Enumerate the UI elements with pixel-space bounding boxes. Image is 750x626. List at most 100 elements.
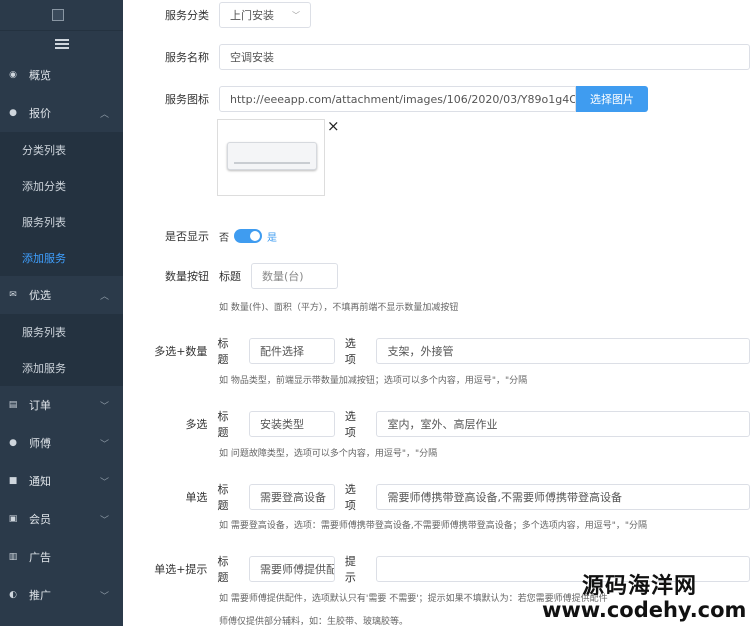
single-hint: 如 需要登高设备，选项：需要师傅携带登高设备,不需要师傅携带登高设备；多个选项内… <box>219 521 648 531</box>
nav-item-featured[interactable]: ✉ 优选 ︿ <box>0 276 123 314</box>
dashboard-icon: ◉ <box>9 70 17 80</box>
main-content: 服务分类 上门安装 ﹀ 服务名称 空调安装 服务图标 http://eeeapp… <box>123 0 750 626</box>
watermark-title: 源码海洋网 <box>582 574 698 599</box>
remove-image-icon[interactable]: × <box>327 117 340 135</box>
chevron-down-icon: ﹀ <box>99 516 109 526</box>
multi-qty-label: 多选+数量 <box>154 345 208 358</box>
icon-url-input[interactable]: http://eeeapp.com/attachment/images/106/… <box>219 86 576 112</box>
multi-hint: 如 问题故障类型，选项可以多个内容，用逗号"，"分隔 <box>219 449 438 459</box>
multi-title-label: 标题 <box>217 410 229 439</box>
multi-title-value: 安装类型 <box>260 418 305 431</box>
multi-qty-hint: 如 物品类型，前端显示带数量加减按钮；选项可以多个内容，用逗号"，"分隔 <box>219 376 528 386</box>
nav-item-promo[interactable]: ◐ 推广 ﹀ <box>0 576 123 614</box>
nav-sub-featured-add-service[interactable]: 添加服务 <box>0 350 123 386</box>
multi-qty-row: 多选+数量 标题 配件选择 选项 支架，外接管 <box>123 335 750 367</box>
menu-toggle-button[interactable] <box>0 30 123 56</box>
multi-row: 多选 标题 安装类型 选项 室内，室外、高层作业 <box>123 408 750 440</box>
nav-label: 分类列表 <box>22 144 66 157</box>
nav-label: 广告 <box>29 551 51 564</box>
multi-title-input[interactable]: 安装类型 <box>249 411 335 437</box>
broken-image-icon <box>52 9 64 21</box>
choose-image-label: 选择图片 <box>590 93 634 106</box>
single-row: 单选 标题 需要登高设备 选项 需要师傅携带登高设备,不需要师傅携带登高设备 <box>123 481 750 513</box>
name-value: 空调安装 <box>230 51 274 64</box>
multi-qty-option-label: 选项 <box>344 337 356 366</box>
chevron-down-icon: ﹀ <box>99 402 109 412</box>
nav-sub-add-service[interactable]: 添加服务 <box>0 240 123 276</box>
multi-option-label: 选项 <box>344 410 356 439</box>
chevron-down-icon: ﹀ <box>99 478 109 488</box>
multi-qty-option-value: 支架，外接管 <box>387 345 454 358</box>
nav-label: 服务列表 <box>22 216 66 229</box>
user-icon: ● <box>9 108 17 118</box>
multi-qty-title-value: 配件选择 <box>260 345 305 358</box>
nav-sub-add-category[interactable]: 添加分类 <box>0 168 123 204</box>
single-tip-hint-2: 师傅仅提供部分辅料，如：生胶带、玻璃胶等。 <box>219 617 409 626</box>
multi-qty-title-label: 标题 <box>217 337 229 366</box>
chevron-down-icon: ﹀ <box>292 10 300 20</box>
nav-label: 通知 <box>29 475 51 488</box>
share-icon: ◐ <box>9 590 17 600</box>
chevron-down-icon: ﹀ <box>99 440 109 450</box>
quantity-title-input[interactable]: 数量(台) <box>251 263 338 289</box>
display-toggle[interactable] <box>234 229 262 243</box>
category-label: 服务分类 <box>165 9 209 22</box>
multi-label: 多选 <box>185 418 208 431</box>
single-option-input[interactable]: 需要师傅携带登高设备,不需要师傅携带登高设备 <box>376 484 750 510</box>
nav-item-overview[interactable]: ◉ 概览 <box>0 56 123 94</box>
quantity-label: 数量按钮 <box>165 270 209 283</box>
hamburger-icon <box>54 38 69 49</box>
nav-item-ads[interactable]: ▥ 广告 <box>0 538 123 576</box>
name-row: 服务名称 空调安装 <box>123 44 750 70</box>
display-off-label: 否 <box>219 232 229 244</box>
category-row: 服务分类 上门安装 ﹀ <box>123 2 311 28</box>
name-label: 服务名称 <box>165 51 209 64</box>
single-tip-label: 单选+提示 <box>154 563 208 576</box>
nav-item-masters[interactable]: ● 师傅 ﹀ <box>0 424 123 462</box>
single-tip-title-input[interactable]: 需要师傅提供配 <box>249 556 335 582</box>
nav-label: 师傅 <box>29 437 51 450</box>
multi-option-input[interactable]: 室内，室外、高层作业 <box>376 411 750 437</box>
single-title-value: 需要登高设备 <box>260 491 327 504</box>
single-option-value: 需要师傅携带登高设备,不需要师傅携带登高设备 <box>387 491 622 504</box>
multi-qty-option-input[interactable]: 支架，外接管 <box>376 338 750 364</box>
single-label: 单选 <box>185 491 208 504</box>
quantity-row: 数量按钮 标题 数量(台) <box>123 263 338 289</box>
name-input[interactable]: 空调安装 <box>219 44 750 70</box>
single-tip-prompt-label: 提示 <box>344 555 356 584</box>
multi-qty-title-input[interactable]: 配件选择 <box>249 338 335 364</box>
logo <box>0 0 123 30</box>
nav-item-quote[interactable]: ● 报价 ︿ <box>0 94 123 132</box>
single-title-label: 标题 <box>217 483 229 512</box>
choose-image-button[interactable]: 选择图片 <box>576 86 648 112</box>
nav-sub-category-list[interactable]: 分类列表 <box>0 132 123 168</box>
icon-preview <box>217 119 325 196</box>
nav-label: 优选 <box>29 289 51 302</box>
nav-label: 服务列表 <box>22 326 66 339</box>
category-select[interactable]: 上门安装 ﹀ <box>219 2 311 28</box>
nav-sub-featured-service-list[interactable]: 服务列表 <box>0 314 123 350</box>
chevron-up-icon: ︿ <box>99 292 109 302</box>
box-icon: ■ <box>8 476 18 486</box>
single-title-input[interactable]: 需要登高设备 <box>249 484 335 510</box>
single-tip-title-label: 标题 <box>217 555 229 584</box>
display-row: 是否显示 否 是 <box>123 228 277 244</box>
nav-item-members[interactable]: ▣ 会员 ﹀ <box>0 500 123 538</box>
chevron-down-icon: ﹀ <box>99 592 109 602</box>
nav-item-orders[interactable]: ▤ 订单 ﹀ <box>0 386 123 424</box>
quantity-title-label: 标题 <box>219 270 241 283</box>
category-value: 上门安装 <box>230 9 274 22</box>
nav-item-notice[interactable]: ■ 通知 ﹀ <box>0 462 123 500</box>
person-icon: ● <box>9 438 17 448</box>
nav-sub-service-list[interactable]: 服务列表 <box>0 204 123 240</box>
nav-label: 添加服务 <box>22 362 66 375</box>
ad-icon: ▥ <box>8 552 18 562</box>
card-icon: ▣ <box>8 514 18 524</box>
nav-label: 报价 <box>29 107 51 120</box>
single-option-label: 选项 <box>344 483 356 512</box>
icon-label: 服务图标 <box>165 93 209 106</box>
nav-label: 订单 <box>29 399 51 412</box>
air-conditioner-image <box>227 142 317 170</box>
nav-label: 推广 <box>29 589 51 602</box>
icon-row: 服务图标 http://eeeapp.com/attachment/images… <box>123 86 648 112</box>
